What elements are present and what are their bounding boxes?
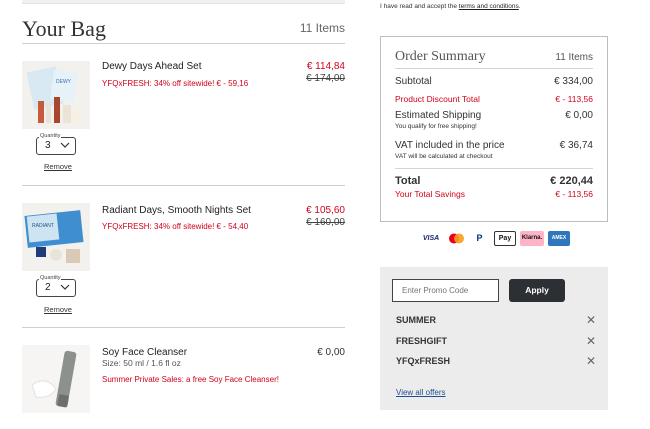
- order-summary-title: Order Summary: [395, 49, 486, 64]
- quantity-value: 2: [45, 282, 51, 293]
- product-image-graphic: DEWY: [22, 61, 90, 129]
- quantity-value: 3: [45, 140, 51, 151]
- remove-link[interactable]: Remove: [44, 162, 72, 171]
- discount-value: € - 113,56: [555, 94, 593, 104]
- terms-link[interactable]: terms and conditions: [459, 3, 519, 10]
- apple-pay-icon: Pay: [494, 231, 516, 246]
- product-old-price: € 160,00: [306, 217, 345, 228]
- klarna-icon: Klarna.: [520, 231, 544, 246]
- vat-value: € 36,74: [559, 140, 593, 151]
- savings-value: € - 113,56: [555, 189, 593, 199]
- view-all-offers-link[interactable]: View all offers: [396, 388, 446, 397]
- product-price: € 0,00: [317, 347, 345, 358]
- product-image-graphic: RADIANT: [22, 203, 90, 271]
- order-summary-count: 11 Items: [555, 52, 593, 63]
- quantity-select[interactable]: [36, 279, 76, 297]
- divider: [395, 168, 593, 169]
- quantity-label: Quantity: [39, 133, 62, 139]
- product-name[interactable]: Radiant Days, Smooth Nights Set: [102, 205, 251, 216]
- amex-icon: AMEX: [548, 231, 570, 246]
- terms-prefix: I have read and accept the: [380, 3, 459, 10]
- apple-pay-label: Pay: [498, 235, 512, 242]
- product-promo: YFQxFRESH: 34% off sitewide! € - 59,16: [102, 79, 249, 88]
- top-strip: [22, 0, 345, 4]
- quantity-label: Quantity: [39, 275, 62, 281]
- paypal-icon: P: [476, 233, 483, 243]
- terms-suffix: .: [518, 3, 521, 10]
- product-name[interactable]: Soy Face Cleanser: [102, 347, 187, 358]
- offer-code-freshgift: FRESHGIFT: [396, 336, 447, 346]
- svg-text:RADIANT: RADIANT: [32, 223, 54, 229]
- total-label: Total: [395, 175, 421, 187]
- quantity-select[interactable]: [36, 137, 76, 155]
- chevron-down-icon: [60, 142, 70, 148]
- promo-code-input[interactable]: [392, 279, 499, 302]
- total-value: € 220,44: [550, 175, 593, 187]
- product-price: € 114,84: [306, 61, 345, 72]
- shipping-note: You qualify for free shipping!: [395, 123, 477, 130]
- divider: [22, 327, 345, 328]
- product-price: € 105,60: [306, 205, 345, 216]
- product-promo: YFQxFRESH: 34% off sitewide! € - 54,40: [102, 222, 249, 231]
- offer-code-summer: SUMMER: [396, 315, 436, 325]
- offer-code-yfqxfresh: YFQxFRESH: [396, 356, 451, 366]
- vat-label: VAT included in the price: [395, 140, 505, 151]
- product-name[interactable]: Dewy Days Ahead Set: [102, 61, 202, 72]
- shipping-value: € 0,00: [565, 110, 593, 121]
- chevron-down-icon: [60, 284, 70, 290]
- visa-icon: VISA: [422, 235, 440, 242]
- terms-text: I have read and accept the terms and con…: [380, 3, 521, 10]
- svg-text:DEWY: DEWY: [56, 79, 72, 85]
- product-image-radiant-days[interactable]: RADIANT: [22, 203, 90, 271]
- product-old-price: € 174,00: [306, 73, 345, 84]
- apply-button[interactable]: Apply: [509, 279, 565, 302]
- product-image-dewy-days[interactable]: DEWY: [22, 61, 90, 129]
- shipping-label: Estimated Shipping: [395, 110, 482, 121]
- subtotal-value: € 334,00: [554, 76, 593, 87]
- close-icon[interactable]: ✕: [586, 354, 596, 368]
- close-icon[interactable]: ✕: [586, 313, 596, 327]
- mastercard-icon: [448, 231, 465, 246]
- mastercard-graphic: [449, 233, 464, 244]
- discount-label: Product Discount Total: [395, 94, 480, 104]
- product-promo: Summer Private Sales: a free Soy Face Cl…: [102, 375, 279, 384]
- savings-label: Your Total Savings: [395, 189, 465, 199]
- divider: [22, 185, 345, 186]
- product-image-soy-cleanser[interactable]: [22, 345, 90, 413]
- bag-item-count: 11 Items: [299, 21, 345, 35]
- divider: [395, 68, 593, 69]
- product-size: Size: 50 ml / 1.6 fl oz: [102, 358, 181, 368]
- vat-note: VAT will be calculated at checkout: [395, 153, 493, 160]
- subtotal-label: Subtotal: [395, 76, 432, 87]
- product-image-graphic: [22, 345, 90, 413]
- close-icon[interactable]: ✕: [586, 334, 596, 348]
- bag-title: Your Bag: [22, 16, 106, 41]
- divider: [22, 43, 345, 44]
- remove-link[interactable]: Remove: [44, 305, 72, 314]
